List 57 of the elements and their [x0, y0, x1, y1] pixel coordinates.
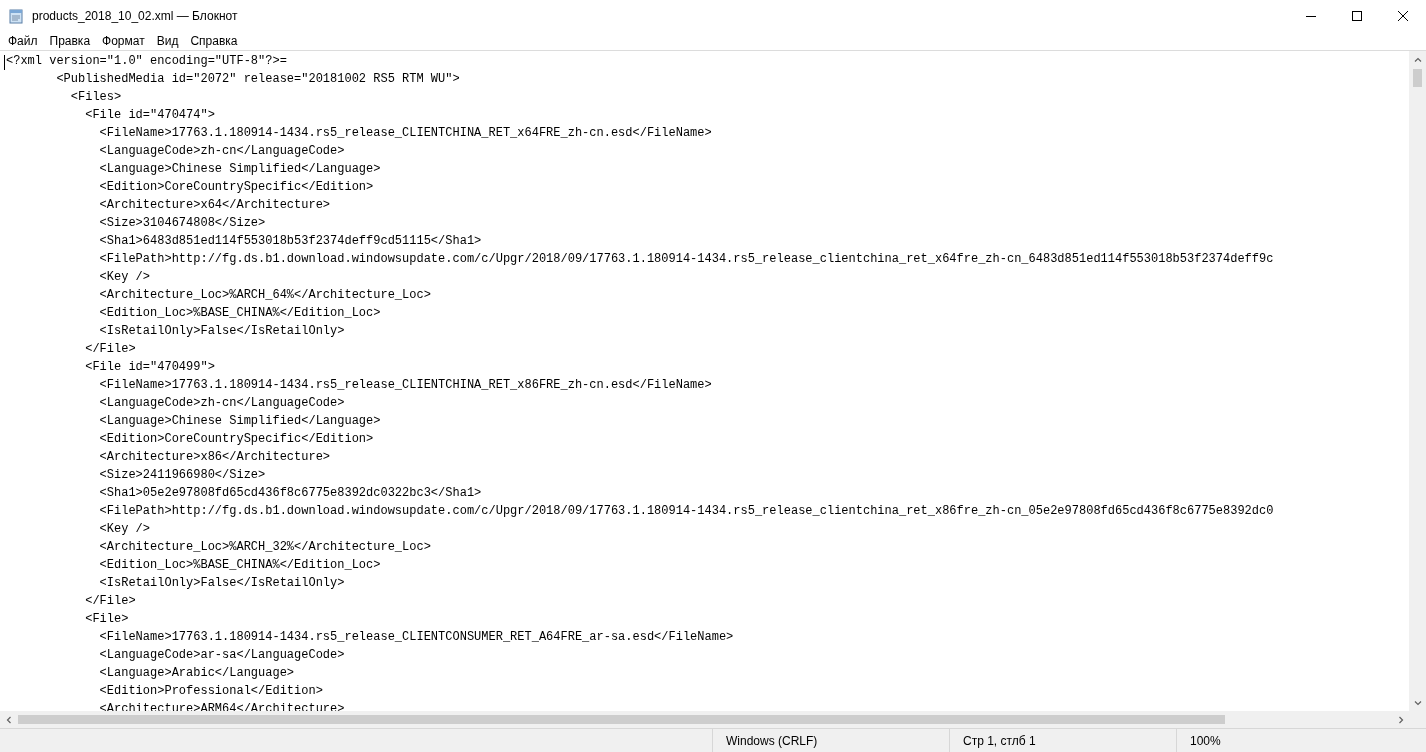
text-line: <Size>2411966980</Size> — [98, 467, 266, 484]
maximize-icon — [1352, 11, 1362, 21]
menu-item[interactable]: Справка — [184, 32, 244, 50]
text-line: <Key /> — [98, 269, 151, 286]
text-line: <Edition_Loc>%BASE_CHINA%</Edition_Loc> — [98, 557, 381, 574]
text-line: <File id="470474"> — [84, 107, 215, 124]
text-line: <?xml version="1.0" encoding="UTF-8"?>= — [6, 53, 287, 70]
scrollbar-thumb[interactable] — [18, 715, 1225, 724]
text-line: <IsRetailOnly>False</IsRetailOnly> — [98, 323, 345, 340]
text-line: <FilePath>http://fg.ds.b1.download.windowsupdate.com/c/Upgr/2018/09/17763.1.180914-1434.rs5_release_clientchina_ret_x86fre_zh-cn_05e2e97808fd65cd436f8c6775e8392dc0 — [98, 503, 1274, 520]
text-line: <Architecture_Loc>%ARCH_64%</Architecture_Loc> — [98, 287, 431, 304]
text-line: <Key /> — [98, 521, 151, 538]
text-line: <Edition>CoreCountrySpecific</Edition> — [98, 431, 374, 448]
text-line: <Edition>CoreCountrySpecific</Edition> — [98, 179, 374, 196]
text-line: <Architecture>x64</Architecture> — [98, 197, 331, 214]
text-line: <FilePath>http://fg.ds.b1.download.windowsupdate.com/c/Upgr/2018/09/17763.1.180914-1434.rs5_release_clientchina_ret_x64fre_zh-cn_6483d851ed114f553018b53f2374deff9c — [98, 251, 1274, 268]
scroll-down-icon[interactable] — [1413, 698, 1422, 707]
vertical-scrollbar[interactable] — [1409, 51, 1426, 711]
text-line: <File> — [84, 611, 129, 628]
close-icon — [1398, 11, 1408, 21]
scroll-left-icon[interactable] — [4, 715, 13, 724]
cursor-position-text: Стр 1, стлб 1 — [963, 733, 1036, 748]
text-line: <Sha1>05e2e97808fd65cd436f8c6775e8392dc0322bc3</Sha1> — [98, 485, 482, 502]
text-line: <Size>3104674808</Size> — [98, 215, 266, 232]
window-title: products_2018_10_02.xml — Блокнот — [32, 9, 239, 23]
horizontal-scrollbar[interactable] — [0, 711, 1409, 728]
line-endings-text: Windows (CRLF) — [726, 733, 818, 748]
text-caret — [4, 55, 5, 70]
text-line: <Architecture>x86</Architecture> — [98, 449, 331, 466]
text-line: <Sha1>6483d851ed114f553018b53f2374deff9cd51115</Sha1> — [98, 233, 482, 250]
text-line: <PublishedMedia id="2072" release="20181002 RS5 RTM WU"> — [55, 71, 460, 88]
text-line: <Edition_Loc>%BASE_CHINA%</Edition_Loc> — [98, 305, 381, 322]
menu-item[interactable]: Вид — [150, 32, 185, 50]
zoom-level-text: 100% — [1190, 733, 1221, 748]
text-line: <FileName>17763.1.180914-1434.rs5_release_CLIENTCHINA_RET_x86FRE_zh-cn.esd</FileName> — [98, 377, 712, 394]
text-line: <IsRetailOnly>False</IsRetailOnly> — [98, 575, 345, 592]
menu-item[interactable]: Файл — [2, 32, 44, 50]
text-line: </File> — [84, 593, 136, 610]
scrollbar-thumb[interactable] — [1413, 69, 1422, 87]
notepad-icon — [8, 8, 24, 24]
text-line: <Language>Chinese Simplified</Language> — [98, 413, 381, 430]
text-line: </File> — [84, 341, 136, 358]
menu-item[interactable]: Правка — [43, 32, 97, 50]
text-line: <Edition>Professional</Edition> — [98, 683, 323, 700]
text-line: <File id="470499"> — [84, 359, 215, 376]
text-line: <LanguageCode>zh-cn</LanguageCode> — [98, 395, 345, 412]
scroll-up-icon[interactable] — [1413, 55, 1422, 64]
text-line: <FileName>17763.1.180914-1434.rs5_release_CLIENTCONSUMER_RET_A64FRE_ar-sa.esd</FileName> — [98, 629, 734, 646]
text-line: <Language>Chinese Simplified</Language> — [98, 161, 381, 178]
text-line: <LanguageCode>zh-cn</LanguageCode> — [98, 143, 345, 160]
text-line: <Language>Arabic</Language> — [98, 665, 295, 682]
scroll-right-icon[interactable] — [1396, 715, 1405, 724]
text-line: <FileName>17763.1.180914-1434.rs5_release_CLIENTCHINA_RET_x64FRE_zh-cn.esd</FileName> — [98, 125, 712, 142]
menu-item[interactable]: Формат — [96, 32, 151, 50]
text-line: <Files> — [69, 89, 122, 106]
text-line: <LanguageCode>ar-sa</LanguageCode> — [98, 647, 345, 664]
text-line: <Architecture_Loc>%ARCH_32%</Architecture_Loc> — [98, 539, 431, 556]
